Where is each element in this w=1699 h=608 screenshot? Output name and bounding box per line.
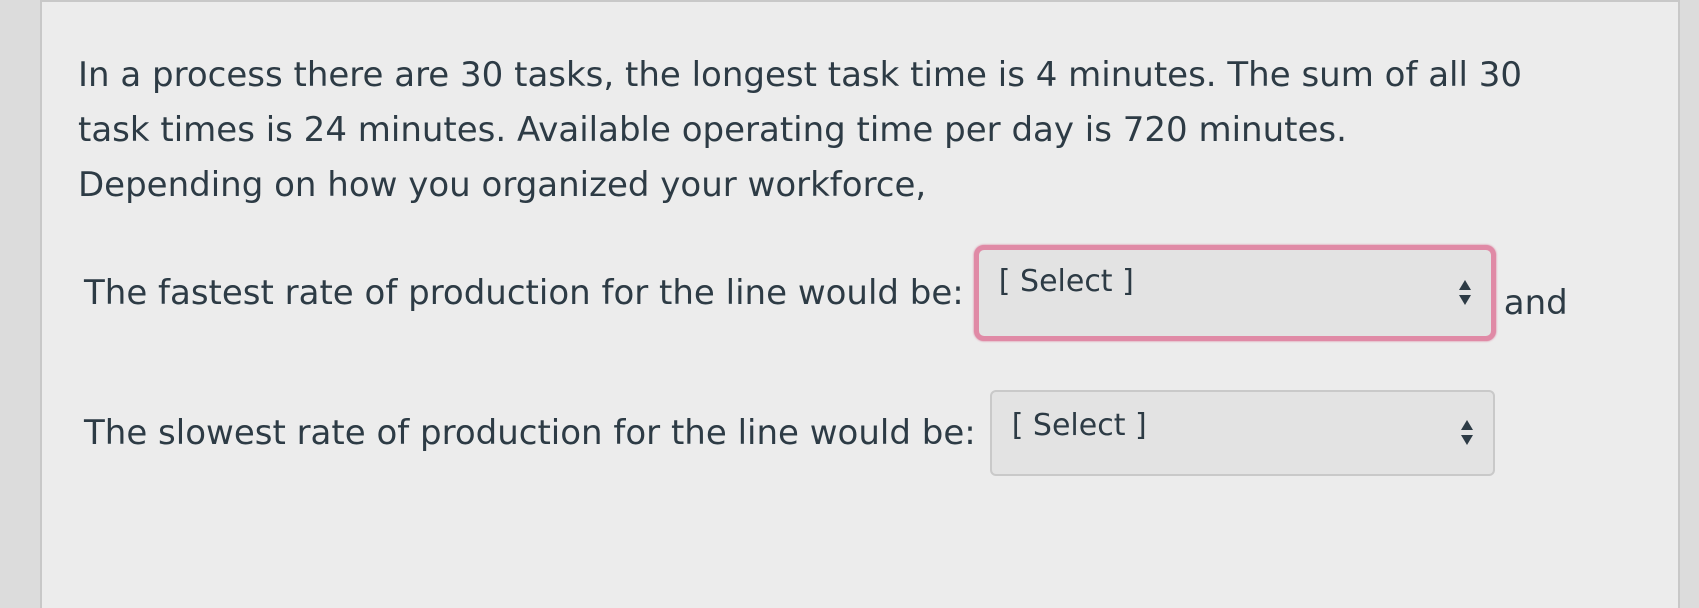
fastest-rate-row: The fastest rate of production for the l…	[84, 245, 1568, 341]
slowest-rate-row: The slowest rate of production for the l…	[84, 390, 1495, 476]
up-down-chevron-icon	[1460, 420, 1475, 450]
and-connector-text: and	[1503, 283, 1568, 323]
fastest-rate-label: The fastest rate of production for the l…	[84, 273, 964, 313]
up-down-chevron-icon	[1458, 280, 1473, 310]
question-text: In a process there are 30 tasks, the lon…	[78, 55, 1523, 205]
slowest-rate-select[interactable]: [ Select ]	[989, 390, 1495, 476]
slowest-rate-select-value: [ Select ]	[1011, 408, 1147, 443]
fastest-rate-select-value: [ Select ]	[998, 264, 1134, 299]
slowest-rate-label: The slowest rate of production for the l…	[84, 413, 976, 453]
fastest-rate-select[interactable]: [ Select ]	[973, 245, 1496, 341]
